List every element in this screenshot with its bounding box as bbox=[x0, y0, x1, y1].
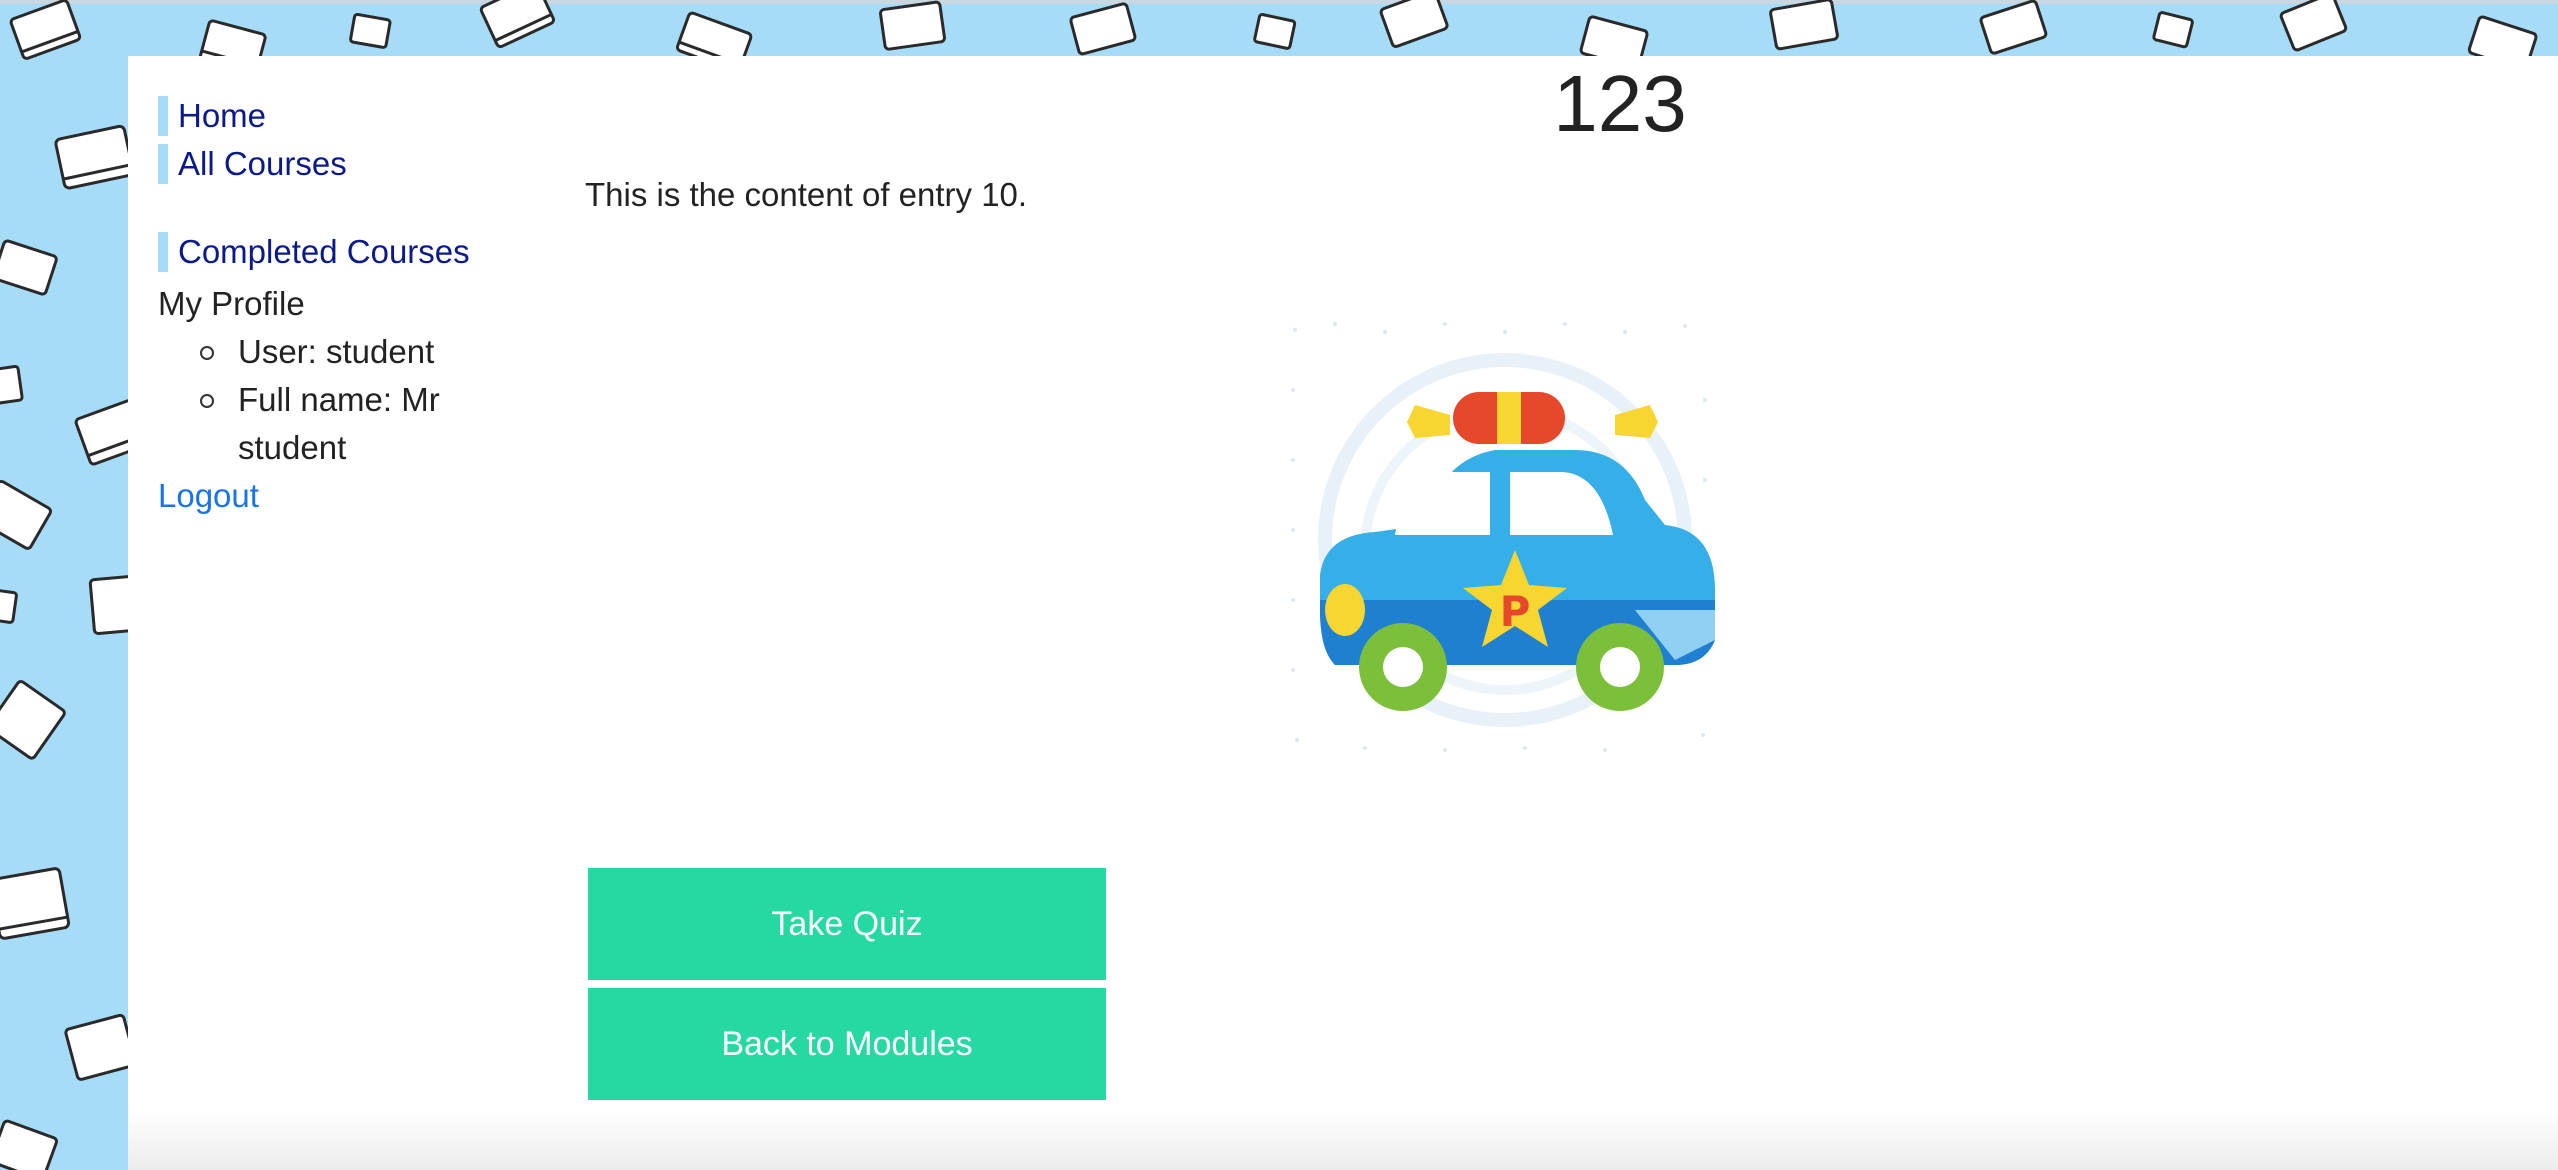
nav-all-courses-link[interactable]: All Courses bbox=[158, 144, 518, 184]
profile-user-item: User: student bbox=[198, 328, 518, 376]
profile-user-text: User: student bbox=[238, 333, 435, 370]
police-car-icon: P bbox=[1275, 310, 1725, 760]
sidebar: Home All Courses Completed Courses My Pr… bbox=[158, 96, 518, 520]
profile-fullname-item: Full name: Mr student bbox=[198, 376, 518, 472]
take-quiz-button[interactable]: Take Quiz bbox=[588, 868, 1106, 980]
profile-title: My Profile bbox=[158, 285, 305, 322]
card-bottom-shadow bbox=[128, 1110, 2558, 1170]
circle-bullet-icon bbox=[200, 394, 214, 408]
back-to-modules-button[interactable]: Back to Modules bbox=[588, 988, 1106, 1100]
logout-link[interactable]: Logout bbox=[158, 472, 518, 520]
entry-content-text: This is the content of entry 10. bbox=[585, 176, 1028, 213]
nav-completed-courses-link[interactable]: Completed Courses bbox=[158, 232, 518, 272]
nav-home-link[interactable]: Home bbox=[158, 96, 518, 136]
profile-details-list: User: student Full name: Mr student bbox=[158, 328, 518, 472]
circle-bullet-icon bbox=[200, 346, 214, 360]
page-title: 123 bbox=[1553, 59, 1687, 148]
profile-fullname-text: Full name: Mr student bbox=[238, 381, 440, 466]
badge-letter: P bbox=[1500, 587, 1531, 636]
